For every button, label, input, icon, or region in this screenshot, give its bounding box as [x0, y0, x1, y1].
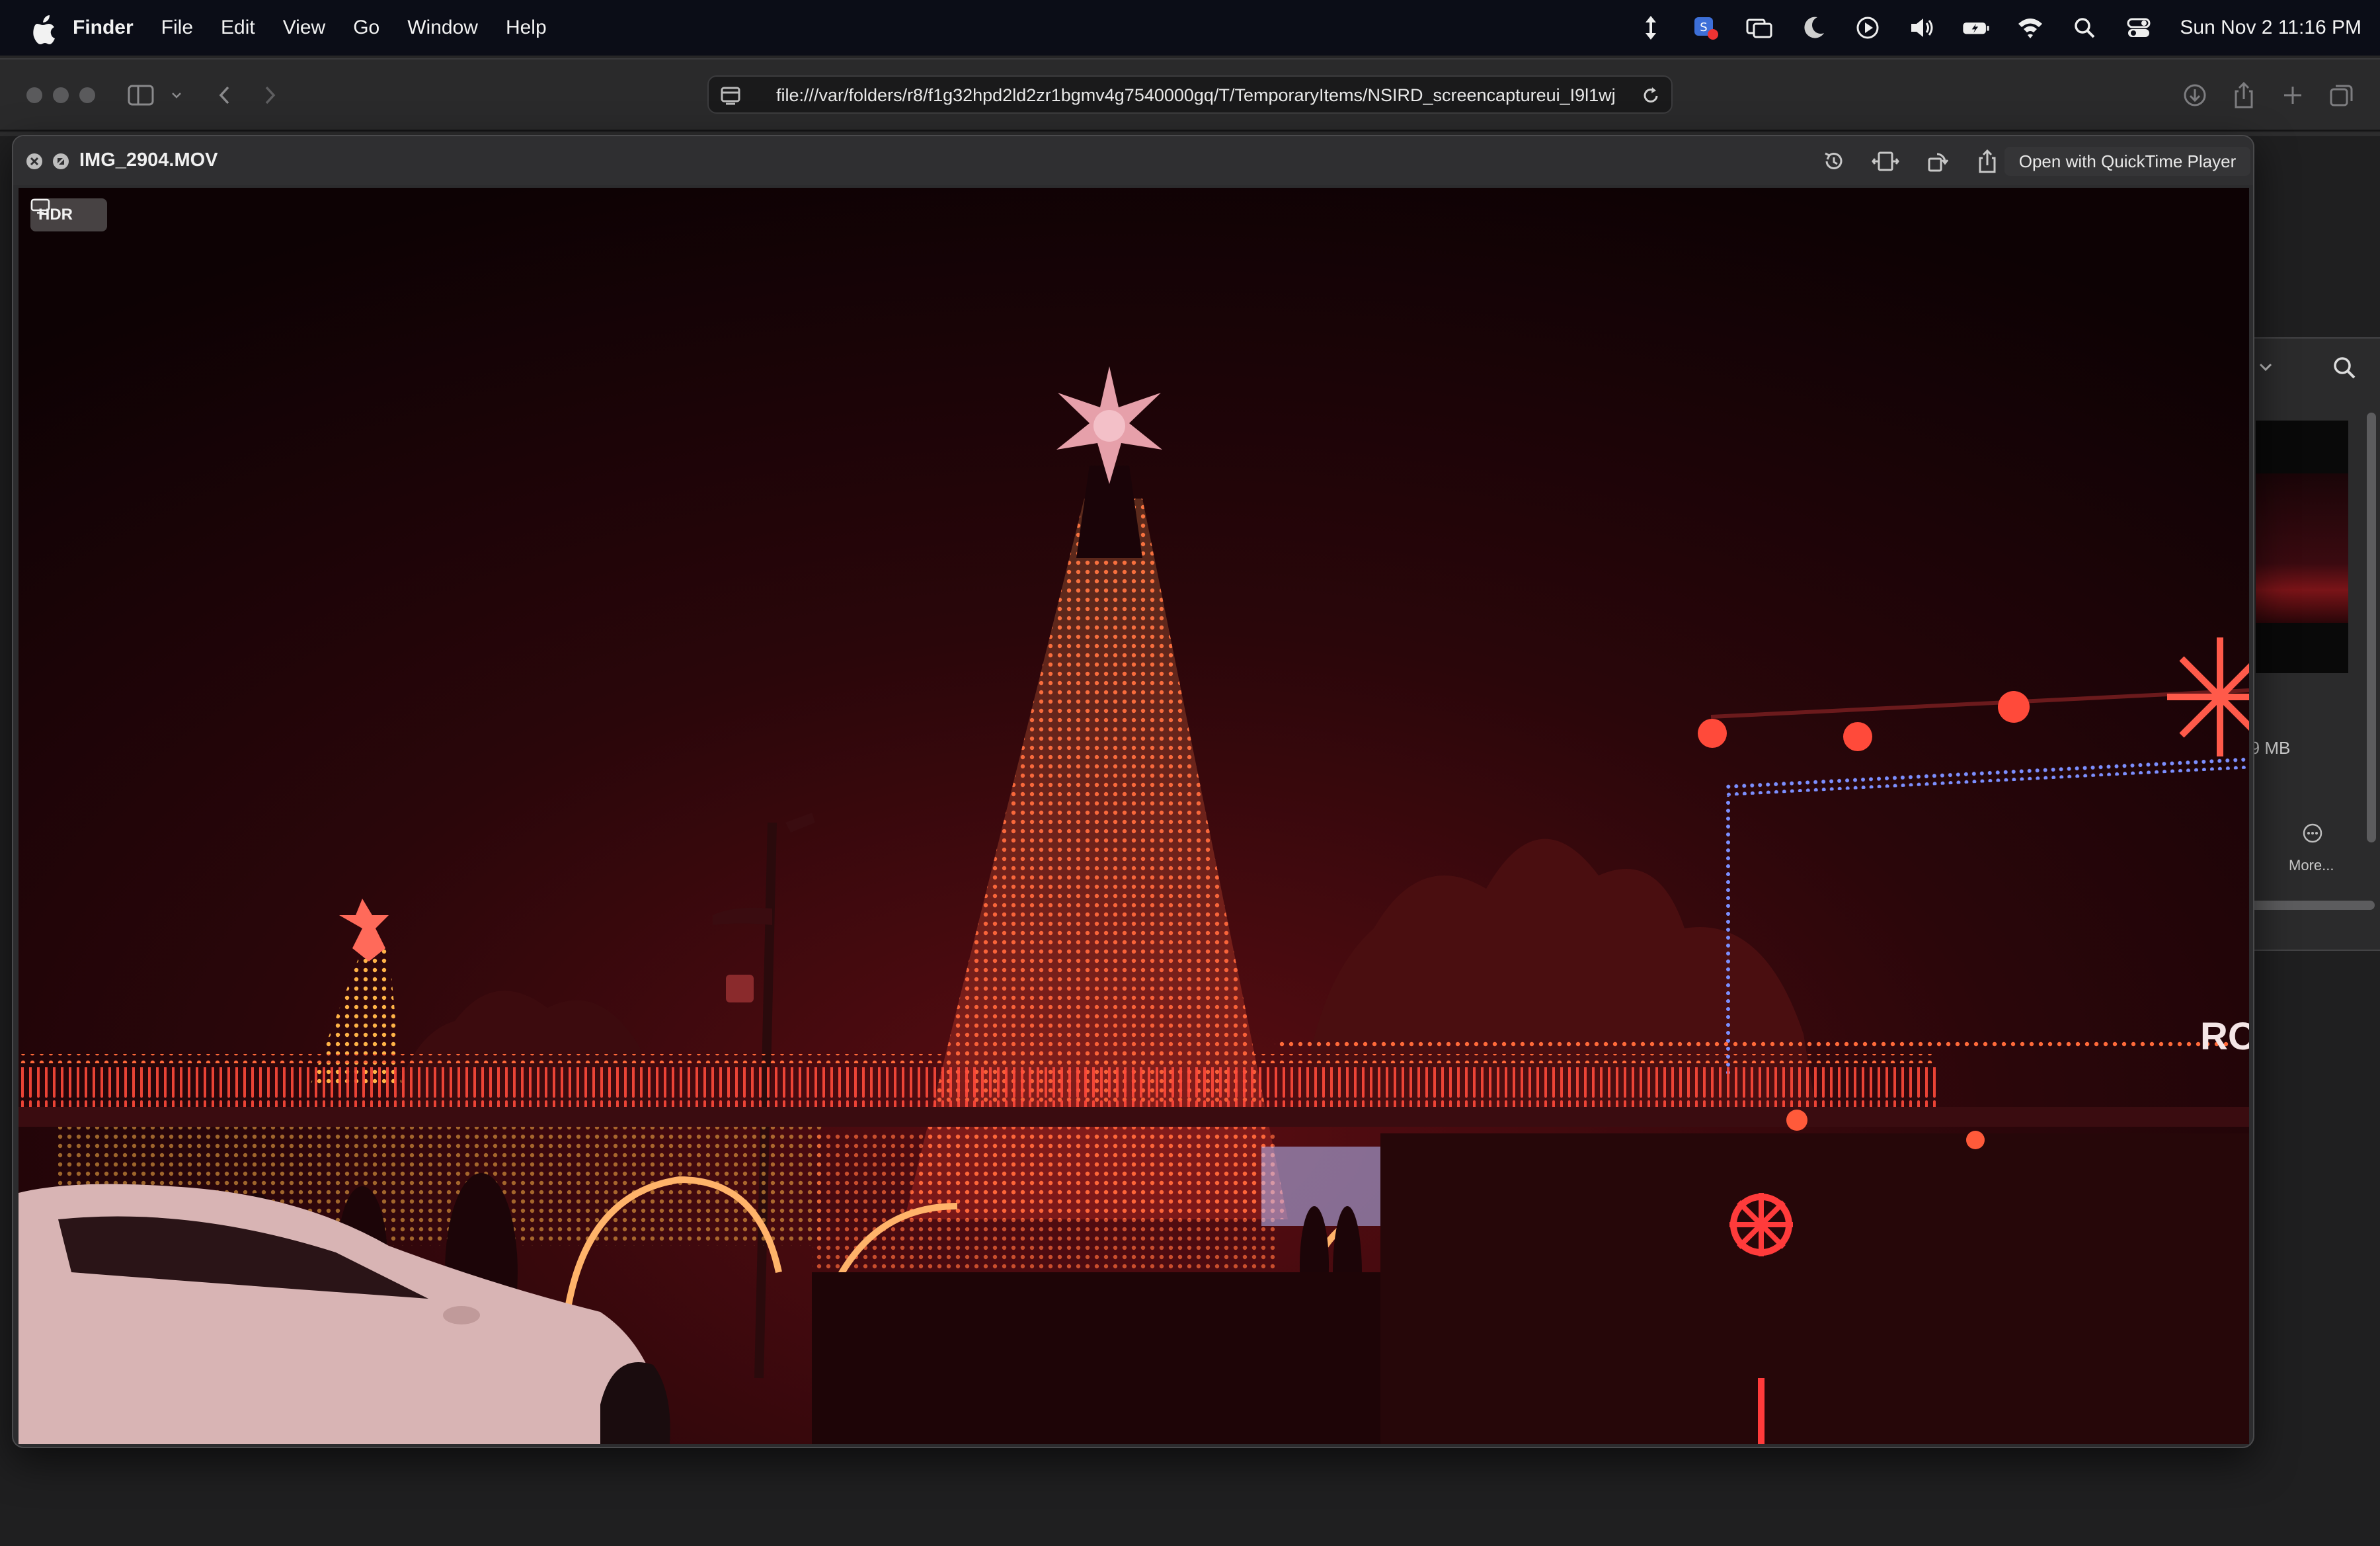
more-button-label[interactable]: More...: [2289, 857, 2334, 874]
chevron-down-icon[interactable]: [2256, 357, 2276, 377]
menu-view[interactable]: View: [283, 17, 325, 39]
window-close-button[interactable]: [26, 87, 42, 103]
focus-moon-icon[interactable]: [1799, 13, 1828, 42]
menu-go[interactable]: Go: [353, 17, 379, 39]
svg-text:S: S: [1700, 20, 1708, 34]
share-icon[interactable]: [2228, 81, 2260, 110]
share-icon[interactable]: [1971, 147, 2003, 176]
screen-mirroring-icon[interactable]: [1745, 13, 1774, 42]
control-center-icon[interactable]: [2124, 13, 2153, 42]
back-chevron-icon[interactable]: [209, 81, 241, 110]
menu-bar: Finder File Edit View Go Window Help S S…: [0, 0, 2380, 56]
tab-overview-icon[interactable]: [2326, 81, 2358, 110]
window-minimize-button[interactable]: [53, 87, 69, 103]
airdrop-arrow-icon[interactable]: [1636, 13, 1665, 42]
rotate-icon[interactable]: [1921, 147, 1953, 176]
close-icon[interactable]: [25, 152, 44, 171]
menu-help[interactable]: Help: [506, 17, 547, 39]
spotlight-search-icon[interactable]: [2070, 13, 2099, 42]
sign-text: RO: [2200, 1015, 2249, 1058]
revert-history-icon[interactable]: [1818, 147, 1850, 176]
forward-chevron-icon[interactable]: [254, 81, 286, 110]
vertical-scrollbar[interactable]: [2367, 413, 2376, 842]
file-name: IMG_2904.MOV: [79, 149, 218, 171]
notification-app-icon[interactable]: S: [1690, 13, 1720, 42]
sidebar-toggle-icon[interactable]: [126, 81, 157, 110]
url-text[interactable]: file:///var/folders/r8/f1g32hpd2ld2zr1bg…: [776, 85, 1682, 108]
menubar-clock[interactable]: Sun Nov 2 11:16 PM: [2180, 17, 2361, 39]
new-tab-plus-icon[interactable]: [2277, 81, 2309, 110]
open-with-quicktime-button[interactable]: Open with QuickTime Player: [2004, 147, 2250, 176]
sidebar-menu-chevron-icon[interactable]: [167, 81, 186, 110]
address-bar[interactable]: file:///var/folders/r8/f1g32hpd2ld2zr1bg…: [707, 75, 1673, 114]
wifi-icon[interactable]: [2016, 13, 2045, 42]
horizontal-scrollbar[interactable]: [2236, 901, 2375, 910]
window-zoom-button[interactable]: [79, 87, 95, 103]
quick-look-titlebar: IMG_2904.MOV Open with QuickTime Player: [13, 136, 2253, 185]
video-preview[interactable]: HDR RO: [19, 188, 2249, 1444]
page-settings-icon[interactable]: [718, 85, 744, 107]
menu-window[interactable]: Window: [407, 17, 478, 39]
downloads-icon[interactable]: [2179, 81, 2211, 110]
search-icon[interactable]: [2330, 353, 2359, 382]
video-thumbnail[interactable]: [2256, 421, 2348, 673]
hdr-badge: HDR: [30, 198, 107, 231]
reload-icon[interactable]: [1640, 85, 1662, 107]
volume-icon[interactable]: [1907, 13, 1936, 42]
background-preview-window[interactable]: 9.9 MB More...: [2235, 337, 2380, 951]
quick-look-panel: IMG_2904.MOV Open with QuickTime Player: [12, 135, 2254, 1448]
video-frame-image: [19, 188, 2249, 1444]
more-ellipsis-icon[interactable]: [2301, 821, 2324, 845]
now-playing-icon[interactable]: [1853, 13, 1882, 42]
menu-edit[interactable]: Edit: [221, 17, 255, 39]
apple-menu-icon[interactable]: [22, 9, 65, 46]
trim-icon[interactable]: [1870, 147, 1901, 176]
menu-app-finder[interactable]: Finder: [73, 17, 134, 39]
browser-toolbar: file:///var/folders/r8/f1g32hpd2ld2zr1bg…: [0, 60, 2380, 131]
battery-icon[interactable]: [1962, 13, 1991, 42]
menu-file[interactable]: File: [161, 17, 193, 39]
status-area: S Sun Nov 2 11:16 PM: [1611, 0, 2361, 56]
fullscreen-icon[interactable]: [52, 152, 70, 171]
display-icon: [30, 198, 50, 214]
